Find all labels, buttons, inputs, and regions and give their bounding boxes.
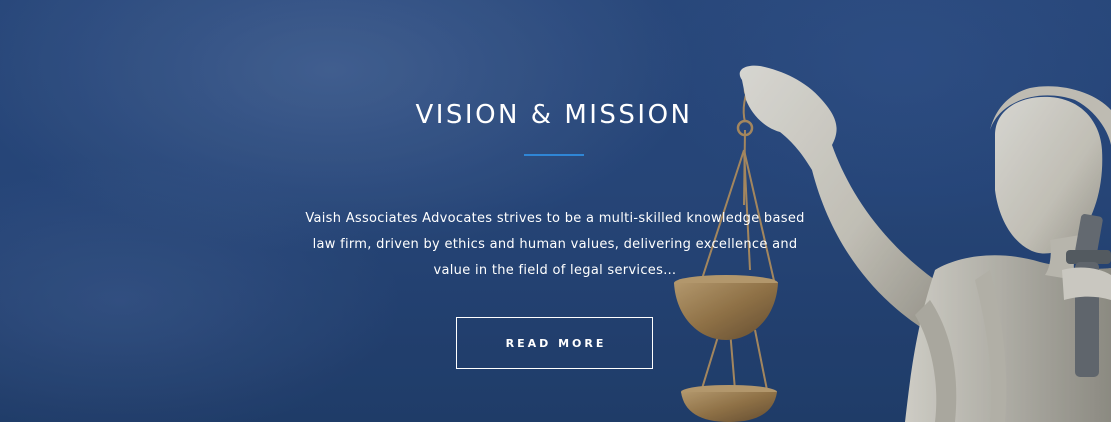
read-more-button[interactable]: READ MORE (456, 317, 653, 369)
hero-banner: VISION & MISSION Vaish Associates Advoca… (0, 0, 1111, 422)
section-title: VISION & MISSION (415, 100, 693, 130)
hero-content: VISION & MISSION Vaish Associates Advoca… (0, 0, 1111, 422)
title-divider (524, 154, 584, 156)
section-description: Vaish Associates Advocates strives to be… (305, 211, 805, 278)
